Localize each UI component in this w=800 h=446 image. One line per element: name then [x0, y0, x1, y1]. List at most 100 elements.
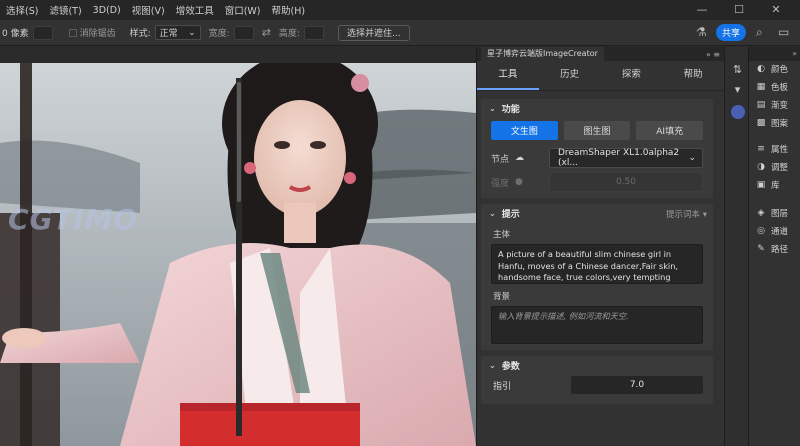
menu-item-view[interactable]: 视图(V) — [132, 3, 165, 17]
panel-title[interactable]: 星子博弈云端版ImageCreator — [481, 47, 604, 61]
menu-item-window[interactable]: 窗口(W) — [225, 3, 261, 17]
select-and-mask-button[interactable]: 选择并遮住... — [337, 24, 410, 41]
width-input[interactable] — [233, 25, 254, 40]
antialias-option[interactable]: 消除锯齿 — [68, 26, 116, 39]
chevron-down-icon: ⌄ — [188, 27, 196, 38]
plugin-sphere-icon[interactable] — [731, 105, 745, 119]
strength-label-group: 强度 ● — [491, 176, 549, 189]
menu-bar: 选择(S) 滤镜(T) 3D(D) 视图(V) 增效工具 窗口(W) 帮助(H)… — [0, 0, 800, 20]
chevron-down-icon: ⌄ — [688, 153, 696, 163]
flask-icon[interactable]: ⚗ — [696, 25, 707, 39]
panel-pattern[interactable]: ▩ 图案 — [755, 117, 788, 129]
panel-layers[interactable]: ◈ 图层 — [755, 207, 788, 219]
pattern-icon: ▩ — [756, 118, 766, 128]
menu-item-help[interactable]: 帮助(H) — [272, 3, 306, 17]
tab-history[interactable]: 历史 — [539, 61, 601, 90]
panel-adjustments[interactable]: ◑ 调整 — [755, 161, 788, 173]
panel-color[interactable]: ◐ 颜色 — [755, 63, 788, 75]
params-section-header[interactable]: ⌄ 参数 — [481, 356, 713, 374]
ai-fill-button[interactable]: AI填充 — [636, 121, 704, 140]
node-select[interactable]: DreamShaper XL1.0alpha2 (xl... ⌄ — [549, 148, 703, 168]
style-option: 样式: 正常 ⌄ — [130, 25, 201, 40]
style-value: 正常 — [159, 29, 178, 39]
params-section: ⌄ 参数 指引 7.0 — [481, 356, 713, 404]
arrange-icon[interactable]: ⇅ — [731, 63, 744, 76]
feather-field[interactable]: 0 像素 — [2, 25, 53, 40]
menu-item-3d[interactable]: 3D(D) — [93, 5, 121, 16]
panel-paths[interactable]: ✎ 路径 — [755, 243, 788, 255]
menu-item-select[interactable]: 选择(S) — [6, 3, 38, 17]
minimize-button[interactable]: — — [689, 0, 715, 20]
menu-item-filter[interactable]: 滤镜(T) — [49, 3, 81, 17]
prompt-section-title: 提示 — [501, 209, 520, 220]
panel-label-libraries: 库 — [771, 181, 780, 191]
subject-prompt-input[interactable]: A picture of a beautiful slim chinese gi… — [491, 244, 703, 284]
window-controls: — ☐ ✕ — [689, 0, 800, 20]
collapse-panels-button[interactable]: » — [749, 47, 800, 61]
node-label-group: 节点 ☁ — [491, 152, 549, 165]
guidance-row: 指引 7.0 — [481, 374, 713, 396]
style-label: 样式: — [129, 29, 151, 39]
tab-tools[interactable]: 工具 — [477, 61, 539, 90]
width-label: 宽度: — [208, 29, 230, 39]
menu-item-plugins[interactable]: 增效工具 — [176, 3, 214, 17]
function-section-header[interactable]: ⌄ 功能 — [481, 99, 713, 117]
height-option: 高度: — [278, 25, 324, 40]
canvas-ruler-area — [0, 47, 476, 63]
panel-label-gradient: 渐变 — [771, 101, 789, 111]
panel-label-pattern: 图案 — [771, 119, 789, 129]
tab-explore[interactable]: 探索 — [601, 61, 663, 90]
panel-label-properties: 属性 — [771, 145, 789, 155]
maximize-button[interactable]: ☐ — [726, 0, 752, 20]
paths-icon: ✎ — [757, 244, 765, 254]
function-section: ⌄ 功能 文生图 图生图 AI填充 节点 ☁ DreamShaper XL1.0… — [481, 99, 713, 198]
color-icon: ◐ — [757, 64, 765, 74]
panel-swatches[interactable]: ▦ 色板 — [755, 81, 788, 93]
strength-label: 强度 — [491, 178, 510, 189]
scrollbar-thumb[interactable] — [237, 82, 241, 202]
style-select[interactable]: 正常 ⌄ — [154, 25, 201, 40]
params-section-title: 参数 — [501, 361, 520, 372]
background-prompt-input[interactable]: 输入背景提示描述, 例如河流和天空. — [491, 306, 703, 344]
subject-label: 主体 — [493, 230, 511, 240]
text-to-image-button[interactable]: 文生图 — [491, 121, 558, 140]
panel-label-paths: 路径 — [771, 245, 789, 255]
panel-gradient[interactable]: ▤ 渐变 — [755, 99, 788, 111]
share-button[interactable]: 共享 — [716, 24, 746, 41]
height-label: 高度: — [278, 29, 300, 39]
adjustments-icon: ◑ — [757, 162, 765, 172]
panel-properties[interactable]: ≡ 属性 — [755, 143, 788, 155]
strength-input[interactable]: 0.50 — [549, 172, 703, 192]
panel-tabs: 工具 历史 探索 帮助 — [477, 61, 724, 91]
node-row: 节点 ☁ DreamShaper XL1.0alpha2 (xl... ⌄ — [481, 146, 713, 170]
layers-icon: ◈ — [757, 208, 765, 218]
cloud-icon: ☁ — [515, 153, 525, 163]
image-creator-panel: 星子博弈云端版ImageCreator » ≡ 工具 历史 探索 帮助 ⌄ 功能… — [476, 47, 724, 446]
prompt-book-link[interactable]: 提示词本 ▾ — [666, 208, 707, 220]
guidance-input[interactable]: 7.0 — [571, 376, 703, 394]
height-input[interactable] — [303, 25, 324, 40]
panel-label-adjustments: 调整 — [771, 163, 789, 173]
options-bar: 0 像素 消除锯齿 样式: 正常 ⌄ 宽度: ⇄ 高度: 选择并遮住... — [0, 20, 800, 46]
node-label: 节点 — [491, 154, 510, 165]
panel-libraries[interactable]: ▣ 库 — [755, 179, 780, 191]
tool-icon-strip: ⇅ ▾ — [724, 47, 748, 446]
properties-icon: ≡ — [757, 144, 765, 154]
swap-icon[interactable]: ⇄ — [262, 26, 271, 39]
tab-help[interactable]: 帮助 — [662, 61, 724, 90]
prompt-section: ⌄ 提示 提示词本 ▾ 主体 A picture of a beautiful … — [481, 204, 713, 350]
panel-scrollbar[interactable] — [236, 78, 242, 436]
close-button[interactable]: ✕ — [763, 0, 789, 20]
chevron-down-icon: ⌄ — [489, 208, 496, 218]
search-icon[interactable]: ⌕ — [756, 25, 763, 40]
panel-channels[interactable]: ◎ 通道 — [755, 225, 788, 237]
channels-icon: ◎ — [757, 226, 765, 236]
width-option: 宽度: — [208, 25, 254, 40]
image-to-image-button[interactable]: 图生图 — [563, 121, 631, 140]
node-value: DreamShaper XL1.0alpha2 (xl... — [558, 148, 680, 168]
comment-icon[interactable]: ▾ — [731, 83, 744, 96]
workspace-icon[interactable]: ▭ — [778, 25, 789, 39]
function-section-title: 功能 — [501, 104, 520, 115]
antialias-checkbox[interactable] — [68, 28, 77, 37]
panel-menu-controls[interactable]: » ≡ — [706, 50, 720, 59]
